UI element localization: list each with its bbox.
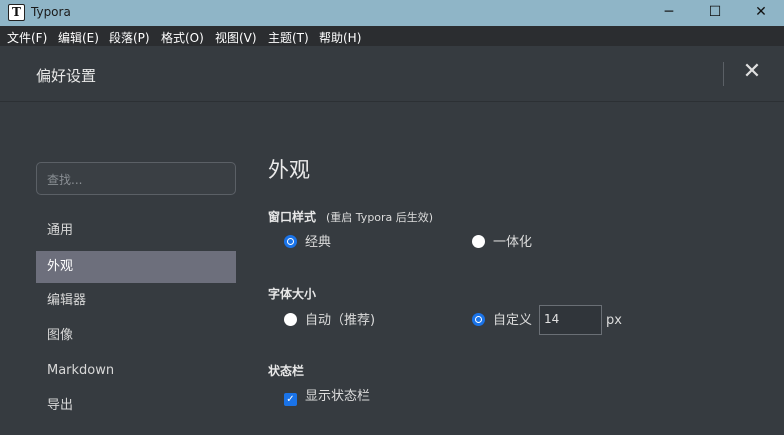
- radio-selected-icon[interactable]: [472, 313, 485, 326]
- preferences-header: 偏好设置 ✕: [0, 46, 784, 102]
- checkbox-checked-icon[interactable]: ✓: [284, 393, 297, 406]
- font-size-custom-option[interactable]: 自定义: [472, 312, 532, 330]
- search-input[interactable]: 查找...: [36, 162, 236, 195]
- radio-selected-icon[interactable]: [284, 235, 297, 248]
- option-label: 显示状态栏: [305, 389, 371, 404]
- minimize-button[interactable]: ─: [646, 0, 692, 26]
- sidebar-item-markdown[interactable]: Markdown: [36, 355, 236, 387]
- window-title: Typora: [31, 5, 71, 19]
- menu-themes[interactable]: 主题(T): [268, 29, 309, 46]
- menu-view[interactable]: 视图(V): [215, 29, 257, 46]
- menu-help[interactable]: 帮助(H): [319, 29, 361, 46]
- font-size-label: 字体大小: [268, 287, 317, 301]
- sidebar-item-general[interactable]: 通用: [36, 215, 236, 247]
- radio-unselected-icon[interactable]: [284, 313, 297, 326]
- header-divider: [723, 62, 724, 86]
- radio-unselected-icon[interactable]: [472, 235, 485, 248]
- close-icon[interactable]: ✕: [738, 58, 766, 86]
- restart-note: (重启 Typora 后生效): [326, 211, 434, 224]
- option-label: 经典: [305, 235, 332, 250]
- window-close-button[interactable]: ✕: [738, 0, 784, 26]
- option-label: 一体化: [493, 235, 533, 250]
- option-label: 自动（推荐): [305, 313, 376, 328]
- menu-paragraph[interactable]: 段落(P): [109, 29, 150, 46]
- status-bar-label: 状态栏: [268, 364, 305, 378]
- window-style-heading: 窗口样式 (重启 Typora 后生效): [268, 208, 433, 225]
- option-label: 自定义: [493, 313, 533, 328]
- title-bar: T Typora ─ ☐ ✕: [0, 0, 784, 26]
- font-size-unit: px: [606, 313, 622, 328]
- window-style-classic-option[interactable]: 经典: [284, 234, 331, 252]
- section-title: 外观: [268, 158, 310, 182]
- typora-logo-icon: T: [8, 4, 25, 21]
- maximize-button[interactable]: ☐: [692, 0, 738, 26]
- show-status-bar-option[interactable]: ✓ 显示状态栏: [284, 388, 370, 406]
- sidebar-item-export[interactable]: 导出: [36, 390, 236, 422]
- window-style-label: 窗口样式: [268, 210, 317, 224]
- window-style-unibody-option[interactable]: 一体化: [472, 234, 532, 252]
- sidebar-item-editor[interactable]: 编辑器: [36, 285, 236, 317]
- preferences-title: 偏好设置: [36, 67, 97, 85]
- font-size-auto-option[interactable]: 自动（推荐): [284, 312, 375, 330]
- menu-format[interactable]: 格式(O): [161, 29, 204, 46]
- menu-edit[interactable]: 编辑(E): [58, 29, 99, 46]
- menu-bar: 文件(F) 编辑(E) 段落(P) 格式(O) 视图(V) 主题(T) 帮助(H…: [0, 26, 784, 46]
- font-size-input[interactable]: 14: [539, 305, 602, 335]
- sidebar-item-appearance[interactable]: 外观: [36, 251, 236, 283]
- menu-file[interactable]: 文件(F): [7, 29, 47, 46]
- sidebar-item-image[interactable]: 图像: [36, 320, 236, 352]
